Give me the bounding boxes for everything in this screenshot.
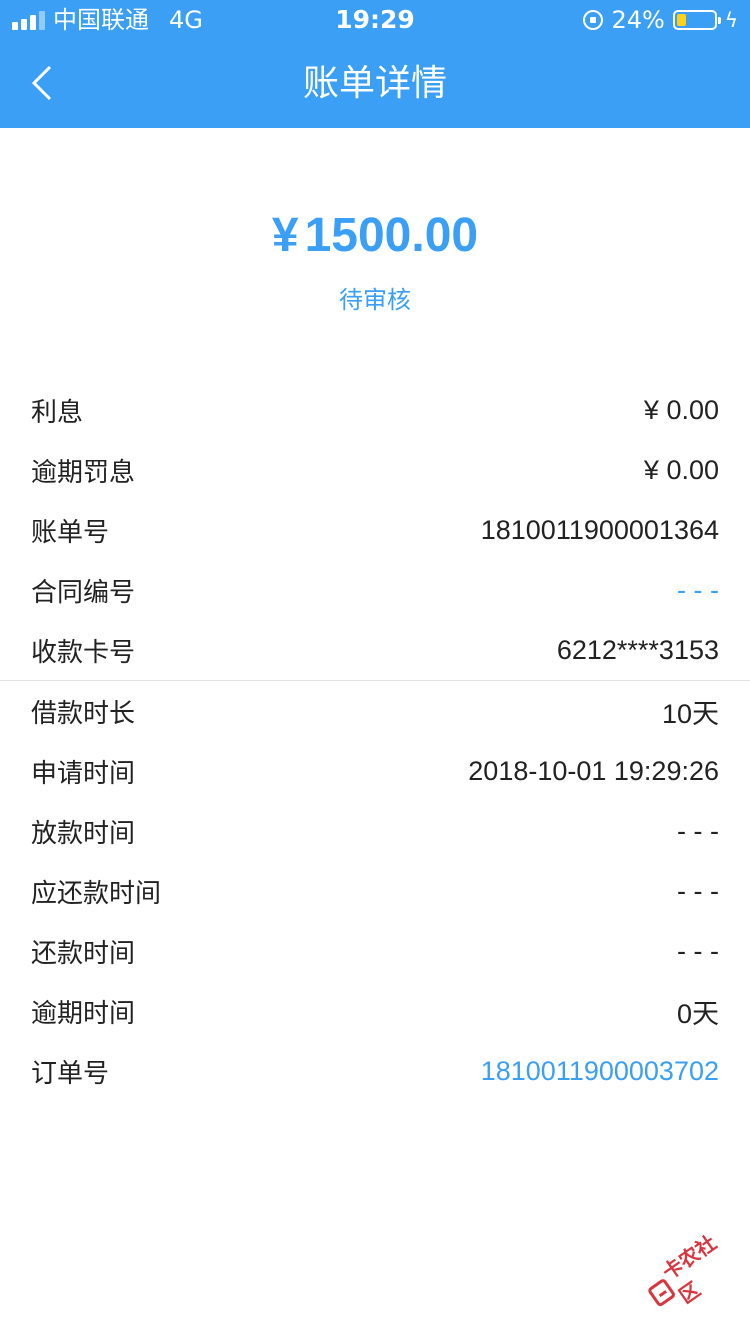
detail-row: 借款时长 10天 (0, 681, 750, 741)
detail-label: 订单号 (31, 1058, 110, 1089)
detail-label: 放款时间 (31, 818, 136, 849)
detail-label: 申请时间 (31, 758, 136, 789)
detail-value: 6212****3153 (556, 634, 719, 665)
detail-group-fees: 利息 ¥ 0.00 逾期罚息 ¥ 0.00 账单号 1810011900001364 合同编… (0, 380, 750, 680)
detail-label: 合同编号 (31, 577, 136, 608)
amount-value: 1500.00 (304, 209, 479, 262)
detail-row: 收款卡号 6212****3153 (0, 620, 750, 680)
detail-value: 0天 (676, 998, 719, 1029)
detail-value: - - - (677, 875, 719, 906)
charging-bolt-icon: ϟ (724, 8, 738, 32)
detail-value: - - - (677, 815, 719, 846)
status-bar: 中国联通 4G 19:29 24% ϟ (0, 0, 750, 40)
detail-value[interactable]: 1810011900003702 (481, 1056, 719, 1087)
detail-value: ¥ 0.00 (643, 394, 719, 425)
detail-value: - - - (677, 935, 719, 966)
detail-row: 逾期罚息 ¥ 0.00 (0, 440, 750, 500)
battery-level (676, 14, 687, 26)
bill-amount: ¥1500.00 (0, 200, 750, 272)
detail-label: 逾期罚息 (31, 457, 136, 488)
detail-label: 应还款时间 (31, 878, 162, 909)
detail-row: 利息 ¥ 0.00 (0, 380, 750, 440)
detail-label: 逾期时间 (31, 998, 136, 1029)
detail-row: 放款时间 - - - (0, 801, 750, 861)
detail-value: 10天 (661, 698, 719, 729)
detail-value: 2018-10-01 19:29:26 (468, 755, 719, 786)
detail-group-dates: 借款时长 10天 申请时间 2018-10-01 19:29:26 放款时间 - - -应… (0, 681, 750, 1101)
detail-label: 账单号 (31, 517, 110, 548)
detail-row: 还款时间 - - - (0, 921, 750, 981)
detail-label: 利息 (31, 397, 84, 428)
detail-value: ¥ 0.00 (643, 454, 719, 485)
detail-row: 账单号 1810011900001364 (0, 500, 750, 560)
detail-value[interactable]: - - - (677, 575, 719, 606)
detail-row: 逾期时间 0天 (0, 981, 750, 1041)
detail-label: 还款时间 (31, 938, 136, 969)
amount-summary: ¥1500.00 待审核 (0, 200, 750, 318)
detail-label: 借款时长 (31, 698, 136, 729)
detail-row: 订单号 1810011900003702 (0, 1041, 750, 1101)
detail-row: 合同编号 - - - (0, 560, 750, 620)
watermark-logo: 卡农社区 (636, 1217, 750, 1324)
detail-value: 1810011900001364 (480, 514, 719, 545)
rotation-lock-icon (583, 10, 604, 30)
currency-symbol: ¥ (271, 209, 299, 262)
detail-label: 收款卡号 (31, 637, 136, 668)
detail-row: 申请时间 2018-10-01 19:29:26 (0, 741, 750, 801)
page-title: 账单详情 (302, 63, 447, 104)
status-badge: 待审核 (339, 286, 411, 314)
detail-row: 应还款时间 - - - (0, 861, 750, 921)
battery-percent: 24% (611, 6, 665, 34)
status-right: 24% ϟ (583, 0, 738, 40)
app-header: 中国联通 4G 19:29 24% ϟ 账单详情 (0, 0, 750, 128)
battery-icon (672, 10, 721, 30)
detail-list: 利息 ¥ 0.00 逾期罚息 ¥ 0.00 账单号 1810011900001364 合同编… (0, 380, 750, 1101)
